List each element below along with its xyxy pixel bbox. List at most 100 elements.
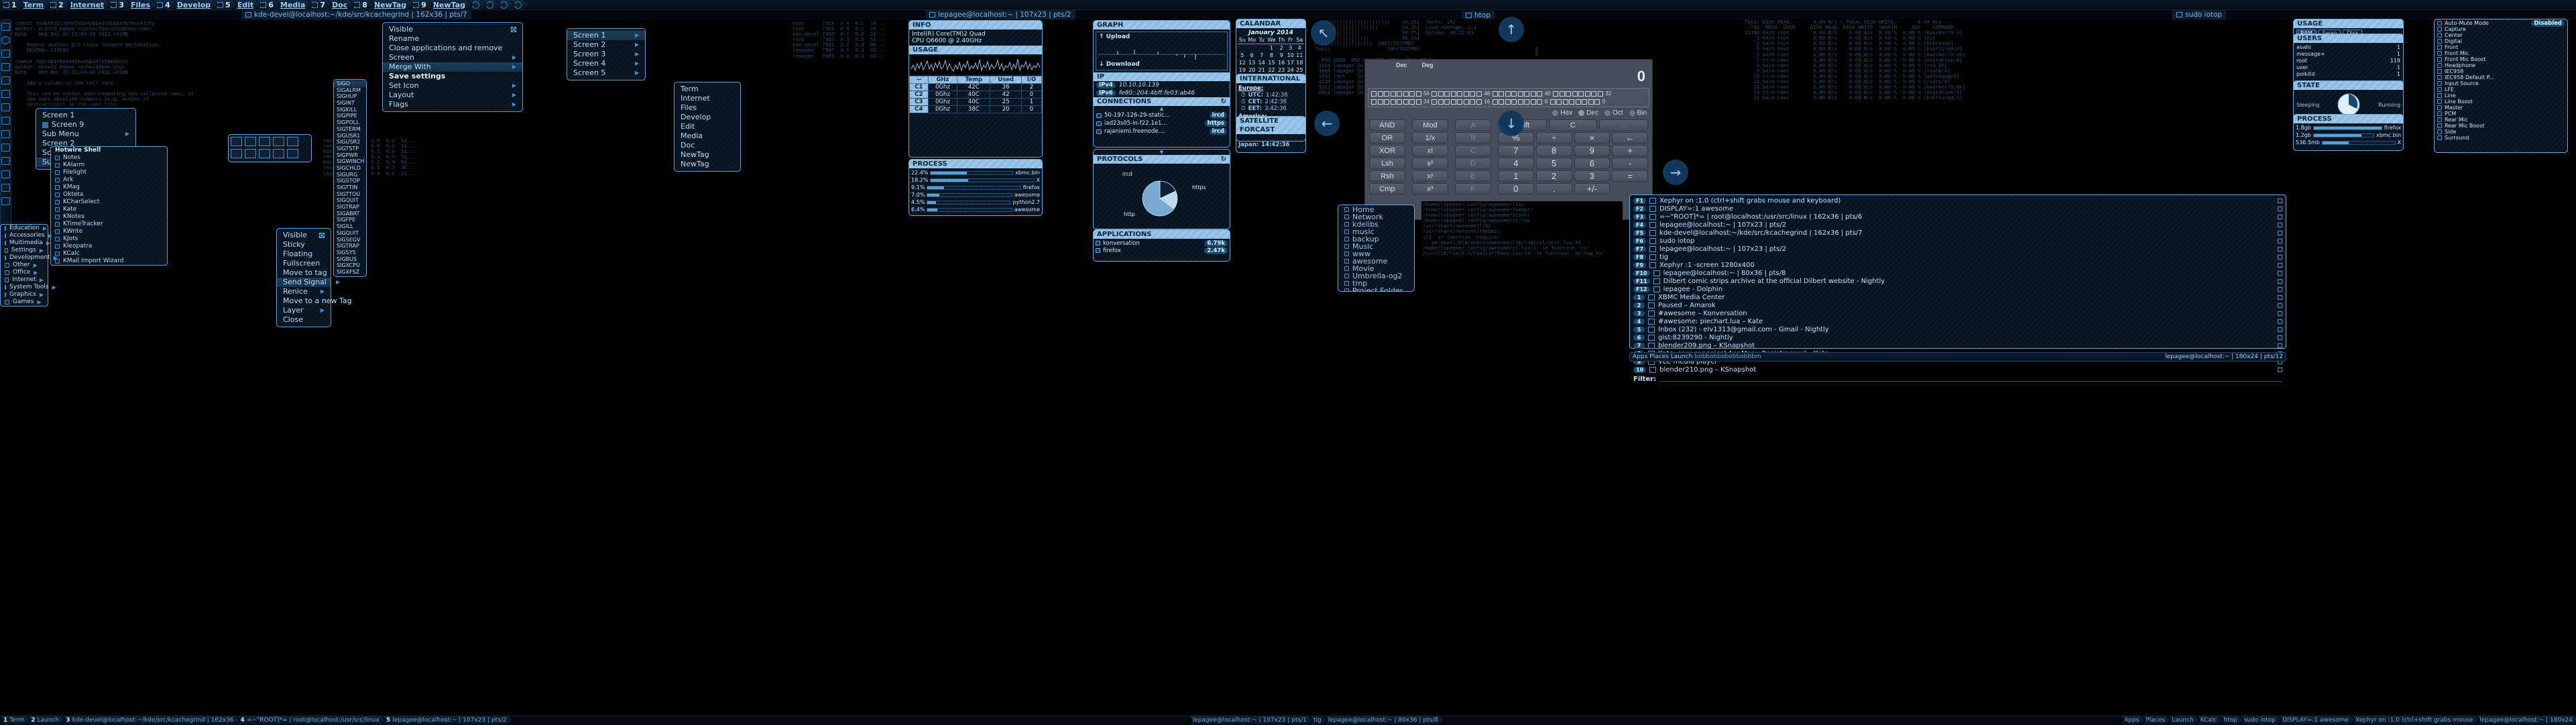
kcalc-key-+[interactable]: + xyxy=(1612,145,1648,156)
menu-item-layer[interactable]: Layer ▶ xyxy=(277,306,331,315)
tag-label-develop-4[interactable]: Develop xyxy=(174,0,217,10)
places-panel[interactable]: Home Network kdelibs music backup Music www awe… xyxy=(1338,205,1415,292)
kickoff-item-education[interactable]: Education ▶ xyxy=(1,225,48,232)
bit-toggle[interactable] xyxy=(1597,91,1603,97)
bit-toggle[interactable] xyxy=(1403,99,1409,105)
menu-item-screen-9[interactable]: Screen 9 xyxy=(36,120,135,129)
bit-toggle[interactable] xyxy=(1524,91,1530,97)
bit-toggle[interactable] xyxy=(1578,91,1584,97)
menu-item-tag-newtag1[interactable]: NewTag xyxy=(675,150,740,160)
window-close-checkbox[interactable] xyxy=(2278,327,2282,332)
taskbar-chip[interactable]: sudo iotop xyxy=(2241,716,2281,725)
base-radio-dec[interactable]: Dec xyxy=(1578,109,1598,117)
menu-item-signal-SIGTRAP[interactable]: SIGTRAP xyxy=(334,204,366,211)
hotwire-item-kmail-wizard[interactable]: KMail Import Wizard xyxy=(51,258,167,265)
calculator-icon[interactable] xyxy=(1,90,10,98)
tag-label-newtag-8[interactable]: NewTag xyxy=(371,0,412,10)
taskbar-chip[interactable]: DISPLAY=:1 awesome xyxy=(2279,716,2354,725)
calendar-day[interactable]: 5 xyxy=(1238,52,1247,59)
bit-toggle[interactable] xyxy=(1450,99,1456,105)
taskbar-places-button[interactable]: Places xyxy=(1649,353,1669,360)
bit-toggle[interactable] xyxy=(1582,99,1588,105)
hotwire-item-kcharselect[interactable]: KCharSelect xyxy=(51,199,167,206)
terminal-root[interactable]: root 7924 0.0 0.1 14... root 7925 0.0 0.… xyxy=(322,137,644,288)
calendar-day[interactable]: 3 xyxy=(1286,44,1295,52)
hotwire-item-kjots[interactable]: KJots xyxy=(51,235,167,243)
window-close-checkbox[interactable] xyxy=(2278,270,2282,276)
menu-item-signal-SIGILL[interactable]: SIGILL xyxy=(334,223,366,230)
clock-icon[interactable] xyxy=(1,130,10,138)
bit-toggle[interactable] xyxy=(1559,91,1565,97)
bit-toggle[interactable] xyxy=(1409,91,1415,97)
kcalc-key-6[interactable]: 6 xyxy=(1574,158,1611,169)
tag-label-term-1[interactable]: Term xyxy=(20,0,50,10)
menu-item-signal-SIGTTIN[interactable]: SIGTTIN xyxy=(334,184,366,191)
menu-item-signal-SIGSTOP[interactable]: SIGSTOP xyxy=(334,178,366,184)
tag-icon-1[interactable]: 1 xyxy=(0,0,23,10)
bit-toggle[interactable] xyxy=(1384,91,1389,97)
kickoff-item-graphics[interactable]: Graphics ▶ xyxy=(1,291,48,298)
refresh-icon[interactable]: ↻ xyxy=(1221,156,1226,163)
places-item-project-folder[interactable]: Project Folder xyxy=(1340,287,1412,291)
tag-label-newtag-9[interactable]: NewTag xyxy=(430,0,471,10)
menu-item-signal-SIGSEGV[interactable]: SIGSEGV xyxy=(334,237,366,243)
audio-row-pcm[interactable]: PCM xyxy=(2437,111,2565,117)
calendar-day[interactable]: 14 xyxy=(1257,59,1267,66)
bit-toggle[interactable] xyxy=(1569,99,1575,105)
calendar-day[interactable]: 2 xyxy=(1277,44,1286,52)
nav-move-up-icon[interactable]: ↑ xyxy=(1499,17,1524,42)
menu-item-signal-SIGINT[interactable]: SIGINT xyxy=(334,100,366,107)
bit-toggle[interactable] xyxy=(1384,99,1389,105)
menu-item-screen-1[interactable]: Screen 1 ▶ xyxy=(567,31,645,40)
kcalc-key-7[interactable]: 7 xyxy=(1498,145,1534,156)
layout-thumbnails-row1[interactable] xyxy=(228,134,312,162)
audio-row-digital[interactable]: Digital xyxy=(2437,38,2565,44)
bit-toggle[interactable] xyxy=(1438,99,1444,105)
audio-row-front-mic-boost[interactable]: Front Mic Boost xyxy=(2437,56,2565,62)
menu-item-screen-5[interactable]: Screen 5 ▶ xyxy=(567,68,645,78)
window-close-checkbox[interactable] xyxy=(2278,278,2282,284)
nav-move-right-icon[interactable]: → xyxy=(1663,160,1688,185)
menu-item-save-settings[interactable]: Save settings xyxy=(383,72,522,81)
layout-icon-grid[interactable] xyxy=(287,149,298,158)
window-close-checkbox[interactable] xyxy=(2278,286,2282,292)
taskbar[interactable]: Apps Places Launch bobbobbobobbobbbm lep… xyxy=(1629,352,2286,361)
mail-icon[interactable] xyxy=(1,144,10,152)
kcalc-key-=[interactable]: = xyxy=(1612,170,1648,182)
taskbar-chip[interactable]: Apps xyxy=(2121,716,2144,725)
menu-item-merge-with[interactable]: Merge With ▶ xyxy=(383,62,522,72)
layout-icon-left[interactable] xyxy=(273,149,284,158)
bit-toggle[interactable] xyxy=(1390,91,1396,97)
bit-toggle[interactable] xyxy=(1517,91,1523,97)
calendar-day[interactable]: 15 xyxy=(1266,59,1277,66)
kcalc-key-×[interactable]: × xyxy=(1574,132,1611,144)
bit-toggle[interactable] xyxy=(1409,99,1415,105)
application-row[interactable]: konversation 6.79k xyxy=(1096,239,1228,247)
audio-row-front-mic[interactable]: Front Mic xyxy=(2437,50,2565,56)
tag-label-files-3[interactable]: Files xyxy=(127,0,156,10)
audio-row-input-source[interactable]: Input Source xyxy=(2437,80,2565,87)
taskbar-chip[interactable]: Launch xyxy=(2168,716,2199,725)
menu-item-signal-SIGWINCH[interactable]: SIGWINCH xyxy=(334,158,366,165)
window-close-checkbox[interactable] xyxy=(2278,198,2282,203)
taskbar-chip[interactable]: lepagee@localhost:~ | 180x24 xyxy=(2476,716,2576,725)
window-close-checkbox[interactable] xyxy=(2278,206,2282,211)
window-list-item[interactable]: F4 lepagee@localhost:~ | 107x23 | pts/2 xyxy=(1630,221,2286,229)
calendar-day[interactable]: 21 xyxy=(1257,66,1267,74)
bit-toggle[interactable] xyxy=(1499,91,1505,97)
audio-row-front[interactable]: Front xyxy=(2437,44,2565,50)
taskbar-chip[interactable]: lepagee@localhost:~ | 80x36 | pts/8 xyxy=(1325,716,1444,725)
taskbar-chip[interactable]: 4 =~"ROOT]*= | root@localhost:/usr/src/l… xyxy=(237,716,385,725)
layout-icon-magnifier[interactable] xyxy=(287,137,298,146)
menu-item-screen[interactable]: Screen ▶ xyxy=(383,53,522,62)
menu-item-signal-SIGTTOU[interactable]: SIGTTOU xyxy=(334,191,366,198)
window-list-item[interactable]: F5 kde-devel@localhost:~/kde/src/kcachegr… xyxy=(1630,229,2286,237)
window-close-checkbox[interactable] xyxy=(2278,311,2282,316)
tag-label-doc-7[interactable]: Doc xyxy=(329,0,353,10)
menu-item-tag-media[interactable]: Media xyxy=(675,131,740,141)
bit-toggle[interactable] xyxy=(1499,99,1505,105)
checkbox-icon[interactable] xyxy=(511,27,516,32)
menu-item-move-new-tag[interactable]: Move to a new Tag xyxy=(277,296,352,306)
window-close-checkbox[interactable] xyxy=(2278,230,2282,235)
places-item-kdelibs[interactable]: kdelibs xyxy=(1340,221,1412,228)
